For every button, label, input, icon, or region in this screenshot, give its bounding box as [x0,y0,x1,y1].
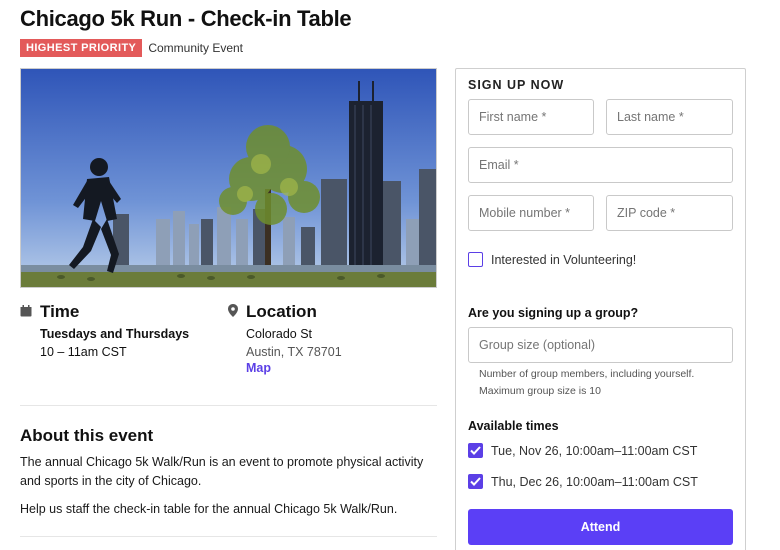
mobile-input[interactable] [468,195,594,231]
event-hero-image [20,68,437,288]
about-paragraph-1: The annual Chicago 5k Walk/Run is an eve… [20,455,424,488]
volunteer-row[interactable]: Interested in Volunteering! [468,252,636,267]
location-heading: Location [246,302,317,321]
group-help-text-1: Number of group members, including yours… [479,368,695,380]
about-paragraph-2: Help us staff the check-in table for the… [20,502,398,516]
group-question: Are you signing up a group? [468,306,639,320]
volunteer-label: Interested in Volunteering! [491,252,637,267]
time-option[interactable]: Tue, Nov 26, 10:00am–11:00am CST [468,443,697,458]
time-heading: Time [40,302,80,321]
about-heading: About this event [20,426,154,445]
map-pin-icon [228,302,238,322]
time-option-label: Thu, Dec 26, 10:00am–11:00am CST [491,474,698,489]
group-size-input[interactable] [468,327,733,363]
map-link[interactable]: Map [246,361,342,375]
bottom-divider [20,536,437,537]
signup-panel: SIGN UP NOW Interested in Volunteering! … [455,68,746,550]
page-title: Chicago 5k Run - Check-in Table [20,6,352,31]
last-name-input[interactable] [606,99,733,135]
time-option-label: Tue, Nov 26, 10:00am–11:00am CST [491,443,698,458]
location-section: Location Colorado St Austin, TX 78701 Ma… [228,302,342,375]
time-option-checkbox[interactable] [468,474,483,489]
zip-input[interactable] [606,195,733,231]
times-heading: Available times [468,419,559,433]
time-section: Time Tuesdays and Thursdays 10 – 11am CS… [20,302,189,361]
time-option-checkbox[interactable] [468,443,483,458]
volunteer-checkbox[interactable] [468,252,483,267]
priority-badge: HIGHEST PRIORITY [20,39,143,57]
attend-button[interactable]: Attend [468,509,733,545]
time-hours: 10 – 11am CST [40,345,127,359]
section-divider [20,405,437,406]
email-input[interactable] [468,147,733,183]
first-name-input[interactable] [468,99,594,135]
signup-heading: SIGN UP NOW [468,78,565,92]
group-help-text-2: Maximum group size is 10 [479,385,601,397]
check-icon [470,477,481,486]
time-days: Tuesdays and Thursdays [40,327,190,341]
event-type-label: Community Event [148,41,244,55]
event-badges: HIGHEST PRIORITY Community Event [20,39,243,57]
time-option[interactable]: Thu, Dec 26, 10:00am–11:00am CST [468,474,698,489]
calendar-icon [20,302,32,322]
check-icon [470,446,481,455]
location-street: Colorado St [246,327,313,341]
location-city: Austin, TX 78701 [246,345,342,359]
